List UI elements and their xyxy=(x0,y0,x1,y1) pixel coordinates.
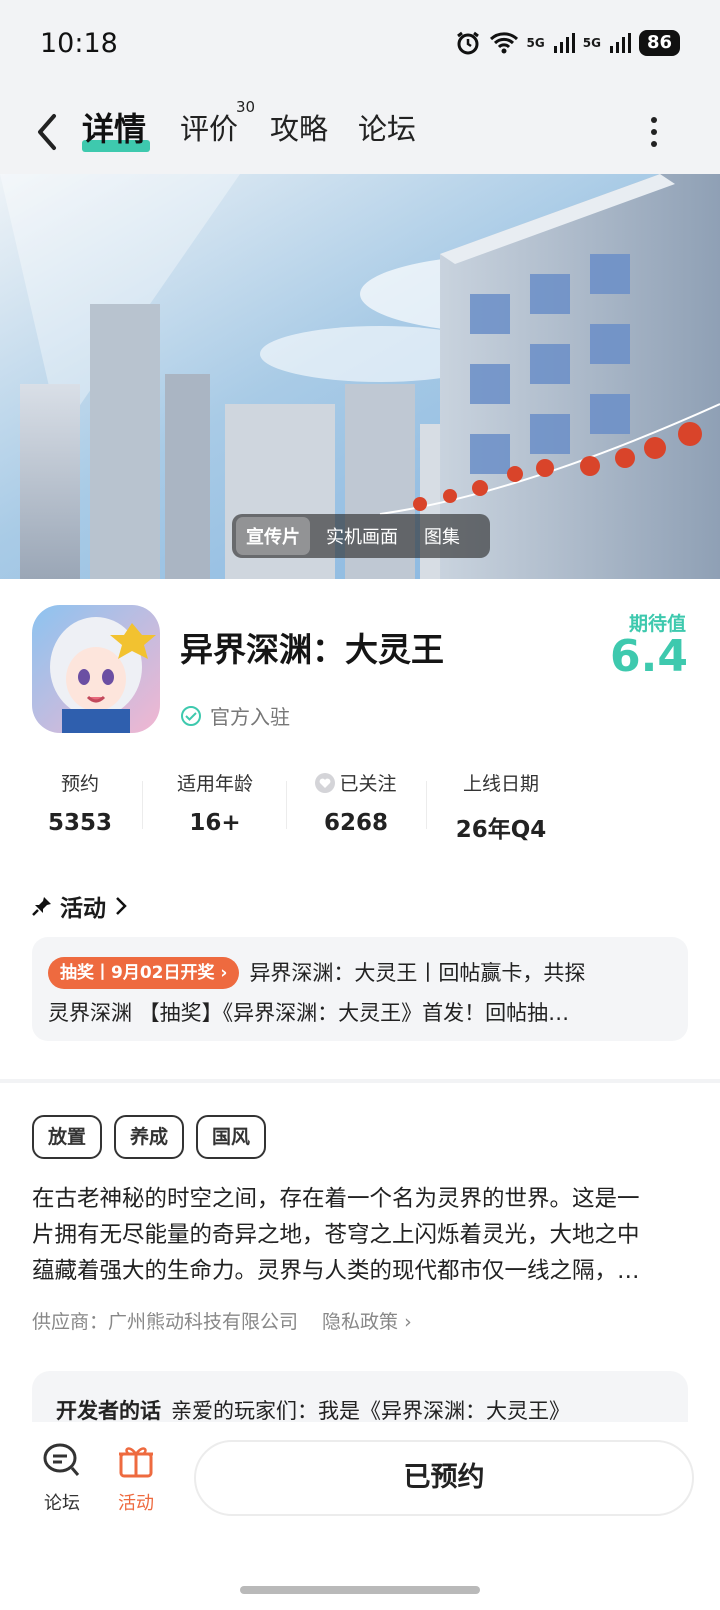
media-option-promo-video[interactable]: 宣传片 xyxy=(236,517,310,555)
signal-icon xyxy=(553,33,575,53)
stat-reservations: 预约 5353 xyxy=(40,769,120,836)
activity-heading: 活动 xyxy=(60,896,106,922)
supplier-text: 供应商：广州熊动科技有限公司 xyxy=(32,1311,299,1333)
developer-note-label: 开发者的话 xyxy=(56,1399,161,1423)
home-indicator[interactable] xyxy=(240,1586,480,1594)
top-nav: 详情 评价 30 攻略 论坛 xyxy=(0,90,720,174)
status-bar: 10:18 5G 5G 86 xyxy=(0,0,720,90)
description-line: 蕴藏着强大的生命力。灵界与人类的现代都市仅一线之隔，… xyxy=(32,1258,640,1284)
status-time: 10:18 xyxy=(40,28,118,59)
media-option-gameplay[interactable]: 实机画面 xyxy=(316,517,408,555)
heart-icon xyxy=(315,772,336,793)
game-app-icon xyxy=(32,605,160,733)
stat-value: 5353 xyxy=(47,810,112,836)
tab-reviews[interactable]: 评价 xyxy=(180,106,238,148)
verified-label: 官方入驻 xyxy=(210,705,290,729)
stat-label: 预约 xyxy=(60,773,99,795)
bottom-forum-button[interactable]: 论坛 xyxy=(32,1442,92,1515)
reserved-button[interactable]: 已预约 xyxy=(194,1440,694,1516)
stat-label-row: 已关注 xyxy=(306,769,406,796)
tab-forum[interactable]: 论坛 xyxy=(358,106,416,148)
description-section: 放置 养成 国风 在古老神秘的时空之间，存在着一个名为灵界的世界。这是一 片拥有… xyxy=(0,1083,720,1451)
stat-divider xyxy=(286,781,287,829)
description-line: 片拥有无尽能量的奇异之地，苍穹之上闪烁着灵光，大地之中 xyxy=(32,1222,640,1248)
expectation-score: 6.4 xyxy=(610,631,688,682)
developer-note-text: 亲爱的玩家们：我是《异界深渊：大灵王》 xyxy=(171,1399,570,1423)
gift-icon xyxy=(119,1447,153,1478)
bottom-forum-label: 论坛 xyxy=(44,1493,80,1514)
signal-icon-2 xyxy=(609,33,631,53)
stats-row: 预约 5353 适用年龄 16+ 已关注 6268 上线日期 26年Q4 xyxy=(0,769,720,849)
signal-5g-label-2: 5G xyxy=(582,36,601,50)
stat-label: 适用年龄 xyxy=(176,773,253,795)
stat-release-date: 上线日期 26年Q4 xyxy=(446,769,556,844)
forum-chat-icon xyxy=(43,1443,80,1476)
verified-row: 官方入驻 xyxy=(180,701,290,730)
tag-idle[interactable]: 放置 xyxy=(32,1115,103,1159)
privacy-policy-link[interactable]: 隐私政策 › xyxy=(322,1307,412,1334)
tab-guides[interactable]: 攻略 xyxy=(270,106,328,148)
stat-label: 已关注 xyxy=(339,773,397,795)
media-type-switch: 宣传片 实机画面 图集 xyxy=(232,514,490,558)
signal-5g-label: 5G xyxy=(526,36,545,50)
back-arrow-icon[interactable] xyxy=(30,108,66,156)
stat-age-rating: 适用年龄 16+ xyxy=(160,769,270,836)
stat-value: 26年Q4 xyxy=(455,817,547,843)
description-line: 在古老神秘的时空之间，存在着一个名为灵界的世界。这是一 xyxy=(32,1186,640,1212)
verified-check-icon xyxy=(181,705,201,726)
bottom-action-bar: 论坛 活动 已预约 xyxy=(0,1422,720,1610)
promo-banner[interactable]: 宣传片 实机画面 图集 xyxy=(0,174,720,579)
tag-nurture[interactable]: 养成 xyxy=(114,1115,185,1159)
game-description[interactable]: 在古老神秘的时空之间，存在着一个名为灵界的世界。这是一 片拥有无尽能量的奇异之地… xyxy=(32,1181,692,1289)
stat-label: 上线日期 xyxy=(462,773,539,795)
genre-tags: 放置 养成 国风 xyxy=(32,1115,267,1159)
stat-followers[interactable]: 已关注 6268 xyxy=(306,769,406,836)
stat-value: 6268 xyxy=(323,810,388,836)
game-info-card: 异界深渊：大灵王 官方入驻 期待值 6.4 预约 5353 适用年龄 16+ 已… xyxy=(0,579,720,1079)
lottery-tag: 抽奖丨9月02日开奖 › xyxy=(48,957,240,989)
stat-value: 16+ xyxy=(189,810,241,836)
supplier-row: 供应商：广州熊动科技有限公司 隐私政策 › xyxy=(32,1307,412,1334)
activity-text-2: 灵界深渊 【抽奖】《异界深渊：大灵王》首发！回帖抽… xyxy=(48,1001,570,1025)
status-icons: 5G 5G 86 xyxy=(455,30,680,56)
activity-card[interactable]: 抽奖丨9月02日开奖 › 异界深渊：大灵王丨回帖赢卡，共探 灵界深渊 【抽奖】《异… xyxy=(32,937,688,1041)
reviews-count-badge: 30 xyxy=(236,98,256,116)
media-option-gallery[interactable]: 图集 xyxy=(414,517,470,555)
game-character-avatar xyxy=(32,605,160,733)
activity-text-1: 异界深渊：大灵王丨回帖赢卡，共探 xyxy=(249,961,586,985)
chevron-right-icon xyxy=(116,897,127,915)
game-title: 异界深渊：大灵王 xyxy=(180,630,444,669)
activity-header[interactable]: 活动 xyxy=(32,889,128,923)
stat-divider xyxy=(426,781,427,829)
pin-icon xyxy=(32,897,51,916)
bottom-activity-button[interactable]: 活动 xyxy=(106,1442,166,1515)
battery-indicator: 86 xyxy=(638,30,680,56)
wifi-icon xyxy=(489,32,518,54)
more-options-icon[interactable] xyxy=(644,110,664,154)
activity-line-1: 抽奖丨9月02日开奖 › 异界深渊：大灵王丨回帖赢卡，共探 xyxy=(48,953,678,993)
alarm-icon xyxy=(456,31,479,55)
tag-chinese-style[interactable]: 国风 xyxy=(196,1115,267,1159)
bottom-activity-label: 活动 xyxy=(118,1493,154,1514)
tab-details[interactable]: 详情 xyxy=(82,104,146,150)
stat-divider xyxy=(142,781,143,829)
